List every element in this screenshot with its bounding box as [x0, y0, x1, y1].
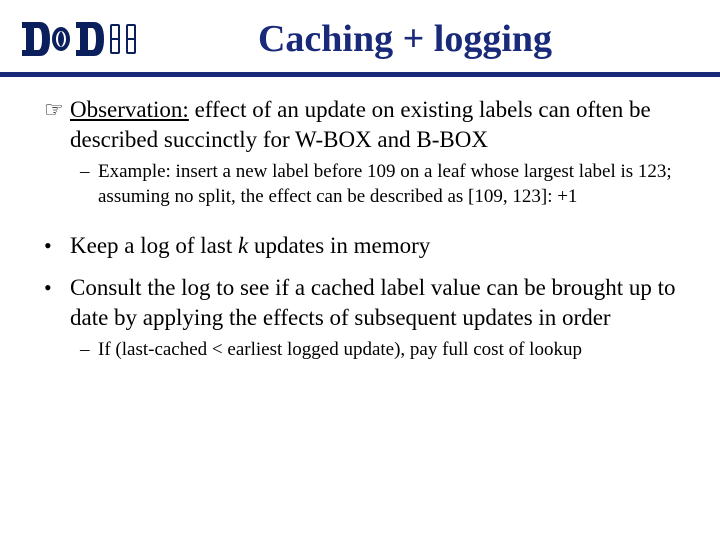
- underline-text: Observation:: [70, 97, 189, 122]
- bullet-text: Keep a log of last k updates in memory: [70, 231, 430, 261]
- pointing-finger-icon: ☞: [44, 95, 70, 125]
- bullet-item: ☞ Observation: effect of an update on ex…: [44, 95, 686, 155]
- bullet-dot-icon: •: [44, 273, 70, 303]
- slide-header: Caching + logging: [0, 0, 720, 70]
- sub-bullet-text: If (last-cached < earliest logged update…: [98, 337, 582, 362]
- sub-bullet-item: – Example: insert a new label before 109…: [44, 159, 686, 209]
- slide-content: ☞ Observation: effect of an update on ex…: [0, 95, 720, 362]
- bullet-text: Consult the log to see if a cached label…: [70, 273, 686, 333]
- sub-bullet-item: – If (last-cached < earliest logged upda…: [44, 337, 686, 362]
- bullet-dot-icon: •: [44, 231, 70, 261]
- bullet-item: • Keep a log of last k updates in memory: [44, 231, 686, 261]
- dash-icon: –: [80, 337, 98, 362]
- sub-bullet-text: Example: insert a new label before 109 o…: [98, 159, 686, 209]
- slide-title: Caching + logging: [148, 17, 702, 61]
- duke-logo: [18, 12, 148, 66]
- header-divider: [0, 72, 720, 77]
- dash-icon: –: [80, 159, 98, 184]
- bullet-item: • Consult the log to see if a cached lab…: [44, 273, 686, 333]
- bullet-text: Observation: effect of an update on exis…: [70, 95, 686, 155]
- italic-text: k: [238, 233, 248, 258]
